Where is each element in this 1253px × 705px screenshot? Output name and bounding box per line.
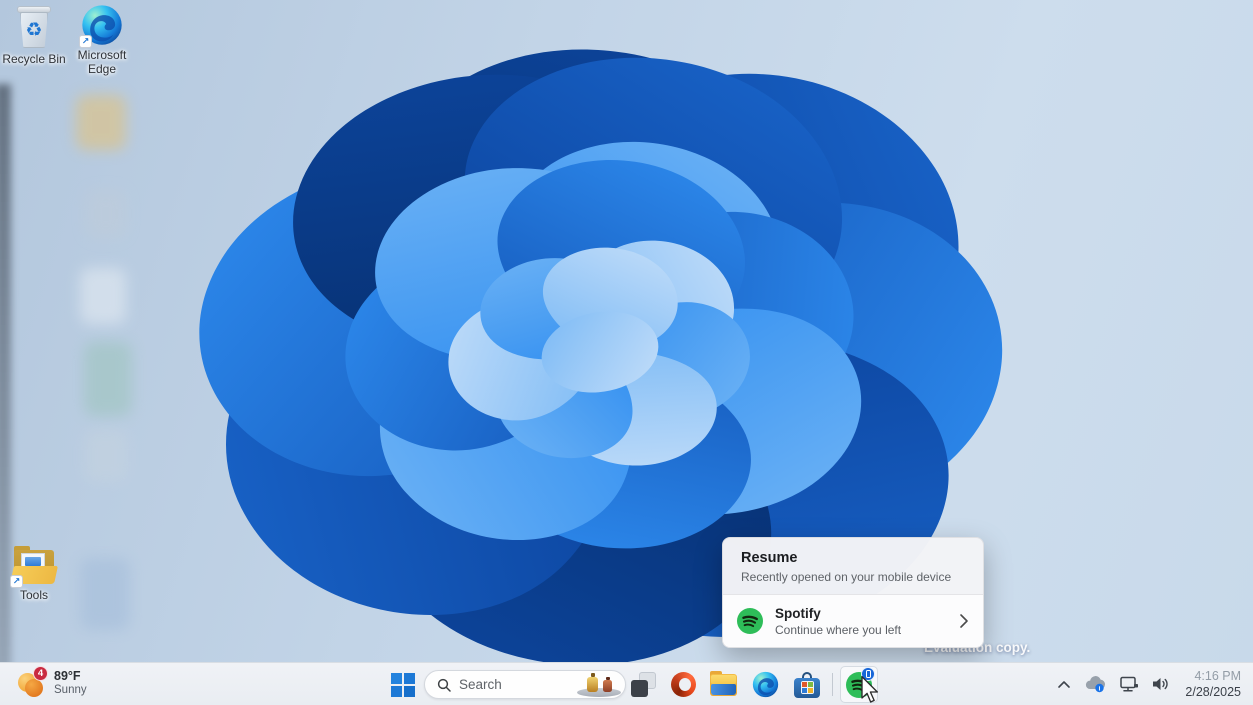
shortcut-arrow-icon: ↗ bbox=[10, 575, 23, 588]
taskbar-office-button[interactable] bbox=[664, 666, 702, 703]
edge-icon: ↗ bbox=[79, 4, 123, 48]
desktop-icon-label: Recycle Bin bbox=[2, 52, 66, 66]
recycle-bin-icon: ♻ bbox=[15, 6, 53, 50]
cloud-icon: i bbox=[1086, 676, 1106, 692]
taskbar-store-button[interactable] bbox=[788, 666, 826, 703]
tray-volume-button[interactable] bbox=[1145, 669, 1177, 699]
resume-spotify-item[interactable]: Spotify Continue where you left bbox=[723, 594, 983, 647]
spotify-icon bbox=[737, 608, 763, 634]
taskbar-task-view-button[interactable] bbox=[624, 666, 662, 703]
resume-flyout: Resume Recently opened on your mobile de… bbox=[722, 537, 984, 648]
ghost-icon bbox=[80, 268, 126, 324]
flyout-subtitle: Recently opened on your mobile device bbox=[741, 570, 952, 584]
flyout-app-description: Continue where you left bbox=[775, 622, 902, 637]
chevron-right-icon bbox=[959, 613, 969, 629]
taskbar-clock[interactable]: 4:16 PM 2/28/2025 bbox=[1185, 668, 1241, 701]
tray-onedrive-button[interactable]: i bbox=[1078, 669, 1113, 699]
desktop-icon-label: Tools bbox=[19, 588, 48, 602]
weather-condition: Sunny bbox=[54, 684, 87, 696]
ghost-icon bbox=[76, 95, 126, 150]
widgets-button[interactable]: 4 89°F Sunny bbox=[12, 665, 93, 700]
edge-icon bbox=[752, 671, 778, 698]
resume-flyout-header: Resume Recently opened on your mobile de… bbox=[723, 538, 983, 593]
mouse-cursor bbox=[861, 676, 878, 703]
search-input[interactable] bbox=[459, 677, 569, 692]
weather-text: 89°F Sunny bbox=[54, 669, 87, 698]
weather-temperature: 89°F bbox=[54, 669, 81, 683]
chevron-up-icon bbox=[1058, 681, 1071, 688]
search-icon bbox=[437, 678, 451, 692]
notification-badge: 4 bbox=[33, 665, 48, 681]
desktop-icon-tools[interactable]: ↗ Tools bbox=[4, 546, 64, 603]
desktop-icon-label: Microsoft Edge bbox=[77, 48, 127, 76]
flyout-app-name: Spotify bbox=[775, 605, 821, 621]
microsoft-store-icon bbox=[794, 671, 820, 698]
tray-network-button[interactable] bbox=[1113, 669, 1145, 699]
search-box[interactable] bbox=[424, 670, 626, 699]
network-icon bbox=[1120, 676, 1139, 692]
taskbar-separator bbox=[832, 673, 833, 696]
desktop-icon-microsoft-edge[interactable]: ↗ Microsoft Edge bbox=[70, 4, 134, 77]
office-icon bbox=[670, 672, 696, 697]
weather-sun-icon: 4 bbox=[18, 665, 48, 697]
taskbar-edge-button[interactable] bbox=[746, 666, 784, 703]
windows-logo-icon bbox=[391, 673, 415, 697]
file-explorer-icon bbox=[709, 670, 737, 696]
clock-time: 4:16 PM bbox=[1194, 668, 1241, 683]
bloom-wallpaper bbox=[140, 0, 1064, 704]
windows-desktop: ♻ Recycle Bin ↗ Microsoft Edge ↗ Tools c… bbox=[0, 0, 1253, 705]
tray-overflow-button[interactable] bbox=[1050, 669, 1078, 699]
svg-text:i: i bbox=[1099, 685, 1101, 692]
taskbar: 4 89°F Sunny Search i 4:16 PM 2/28/2025 bbox=[0, 662, 1253, 705]
left-edge-artifact bbox=[0, 84, 11, 705]
ghost-icon bbox=[84, 430, 128, 482]
ghost-icon bbox=[80, 558, 130, 630]
shortcut-arrow-icon: ↗ bbox=[79, 35, 92, 48]
taskbar-file-explorer-button[interactable] bbox=[704, 666, 742, 703]
flyout-app-text: Spotify Continue where you left bbox=[775, 606, 901, 637]
clock-date: 2/28/2025 bbox=[1185, 685, 1241, 699]
desktop-icon-recycle-bin[interactable]: ♻ Recycle Bin bbox=[2, 6, 66, 67]
search-lanterns-decoration-icon bbox=[576, 673, 622, 698]
ghost-icon bbox=[84, 342, 132, 416]
system-tray: i 4:16 PM 2/28/2025 bbox=[1050, 663, 1253, 705]
speaker-icon bbox=[1153, 678, 1169, 690]
flyout-title: Resume bbox=[741, 550, 798, 566]
task-view-icon bbox=[630, 672, 656, 697]
folder-shortcut-icon: ↗ bbox=[10, 546, 58, 588]
start-button[interactable] bbox=[388, 670, 418, 700]
ghost-icon bbox=[86, 190, 126, 238]
